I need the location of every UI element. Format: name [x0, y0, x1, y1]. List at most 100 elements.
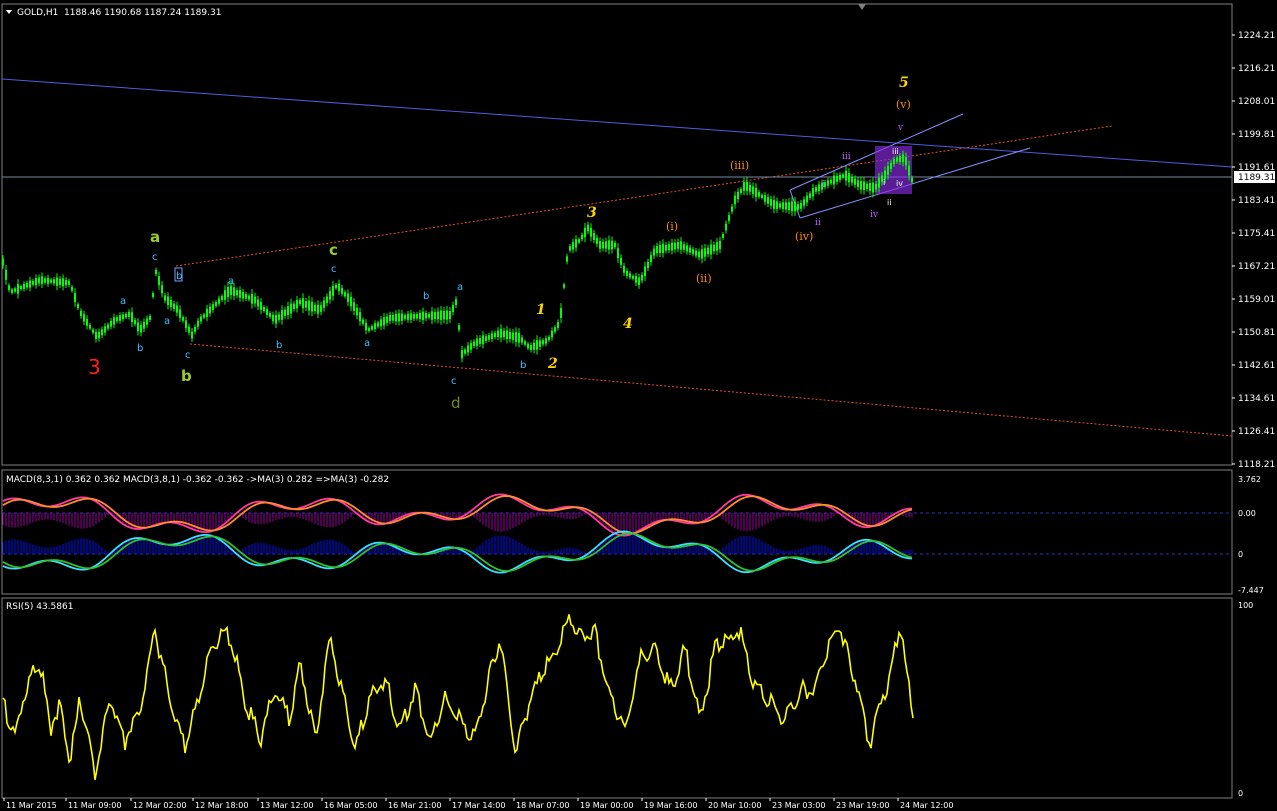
candle [530, 342, 532, 353]
candle [326, 293, 328, 307]
candle [281, 305, 283, 325]
candle [482, 331, 484, 349]
svg-text:12 Mar 18:00: 12 Mar 18:00 [195, 801, 248, 810]
macd-series[interactable] [2, 493, 913, 574]
candle [155, 267, 157, 277]
candle [122, 312, 124, 322]
rsi-line[interactable] [2, 614, 914, 780]
candle [431, 307, 433, 325]
svg-text:11 Mar 09:00: 11 Mar 09:00 [68, 801, 121, 810]
candle [341, 284, 343, 297]
price-panel[interactable] [1, 3, 1233, 466]
price-axis: 1224.21 1216.21 1208.01 1199.81 1191.61 … [1232, 31, 1275, 470]
candle [182, 315, 184, 323]
wave-label-ii-small: ii [815, 218, 821, 228]
chart-shift-marker-icon[interactable] [858, 4, 866, 10]
rsi-label: RSI(5) 43.5861 [6, 602, 73, 612]
time-tick: 12 Mar 02:00 [130, 798, 186, 810]
candle [197, 317, 199, 330]
sub-label: ii [887, 198, 891, 207]
time-tick: 20 Mar 10:00 [705, 798, 761, 810]
candle [497, 327, 499, 341]
candle [62, 274, 64, 291]
candle [251, 289, 253, 309]
candle [650, 251, 652, 266]
candle [665, 242, 667, 254]
wave-label-4: 4 [623, 316, 633, 332]
candle [140, 321, 142, 337]
trading-chart[interactable]: GOLD,H1 1188.46 1190.68 1187.24 1189.31 … [0, 0, 1277, 811]
resistance-trendline[interactable] [1, 78, 1233, 168]
sub-label: i [883, 178, 885, 187]
candle [320, 301, 322, 316]
candle [95, 328, 97, 343]
candle [713, 241, 715, 255]
minor-label: b [176, 271, 182, 282]
price-tick: 1142.61 [1232, 361, 1275, 371]
candle [728, 212, 730, 224]
time-tick: 16 Mar 21:00 [385, 798, 441, 810]
candle [827, 177, 829, 189]
candle [278, 311, 280, 323]
candle [17, 279, 19, 299]
candle [113, 313, 115, 329]
minor-label: b [137, 343, 143, 354]
candle [308, 295, 310, 316]
candle [605, 237, 607, 253]
candle [365, 319, 367, 335]
candle [557, 319, 559, 331]
candle [146, 315, 148, 328]
candle [593, 229, 595, 244]
candle [800, 200, 802, 212]
svg-text:17 Mar 14:00: 17 Mar 14:00 [452, 801, 505, 810]
candle [272, 311, 274, 325]
candle [215, 300, 217, 308]
macd-label: MACD(8,3,1) 0.362 0.362 MACD(3,8,1) -0.3… [6, 475, 389, 485]
candle [716, 238, 718, 255]
wave-label-iii-small: iii [842, 152, 851, 162]
macd-curve [2, 495, 913, 535]
chart-menu-arrow-icon[interactable] [6, 10, 12, 14]
rsi-axis: 100 0 [1238, 601, 1253, 798]
candle [845, 165, 847, 186]
price-tick: 1159.01 [1232, 295, 1275, 305]
candle [59, 275, 61, 289]
candle [185, 316, 187, 333]
macd-curve [2, 532, 913, 572]
candle [539, 337, 541, 350]
svg-text:1208.01: 1208.01 [1238, 97, 1275, 107]
candle [692, 246, 694, 257]
candle [872, 177, 874, 198]
candle [347, 289, 349, 306]
candle [125, 312, 127, 320]
candle [686, 242, 688, 255]
candle [560, 303, 562, 323]
candle [119, 312, 121, 324]
candle [323, 296, 325, 312]
candle [656, 242, 658, 257]
macd-tick: 0 [1238, 550, 1243, 559]
rsi-panel[interactable] [1, 597, 1233, 799]
candle [488, 332, 490, 342]
candlestick-series[interactable] [2, 150, 913, 363]
candle [398, 309, 400, 326]
candle [407, 310, 409, 323]
lower-dotted-trendline[interactable] [189, 343, 1233, 437]
candle [236, 287, 238, 299]
candle [860, 176, 862, 194]
symbol-label: GOLD,H1 [17, 8, 58, 18]
candle [359, 307, 361, 326]
upper-dotted-trendline[interactable] [175, 125, 1113, 267]
candle [293, 301, 295, 312]
candle [554, 325, 556, 334]
candle [476, 334, 478, 350]
candle [632, 274, 634, 281]
candle [770, 195, 772, 209]
candle [284, 306, 286, 319]
candle [617, 243, 619, 263]
candle [344, 290, 346, 299]
candle [443, 306, 445, 324]
candle [584, 222, 586, 243]
candle [455, 296, 457, 309]
candle [212, 301, 214, 313]
